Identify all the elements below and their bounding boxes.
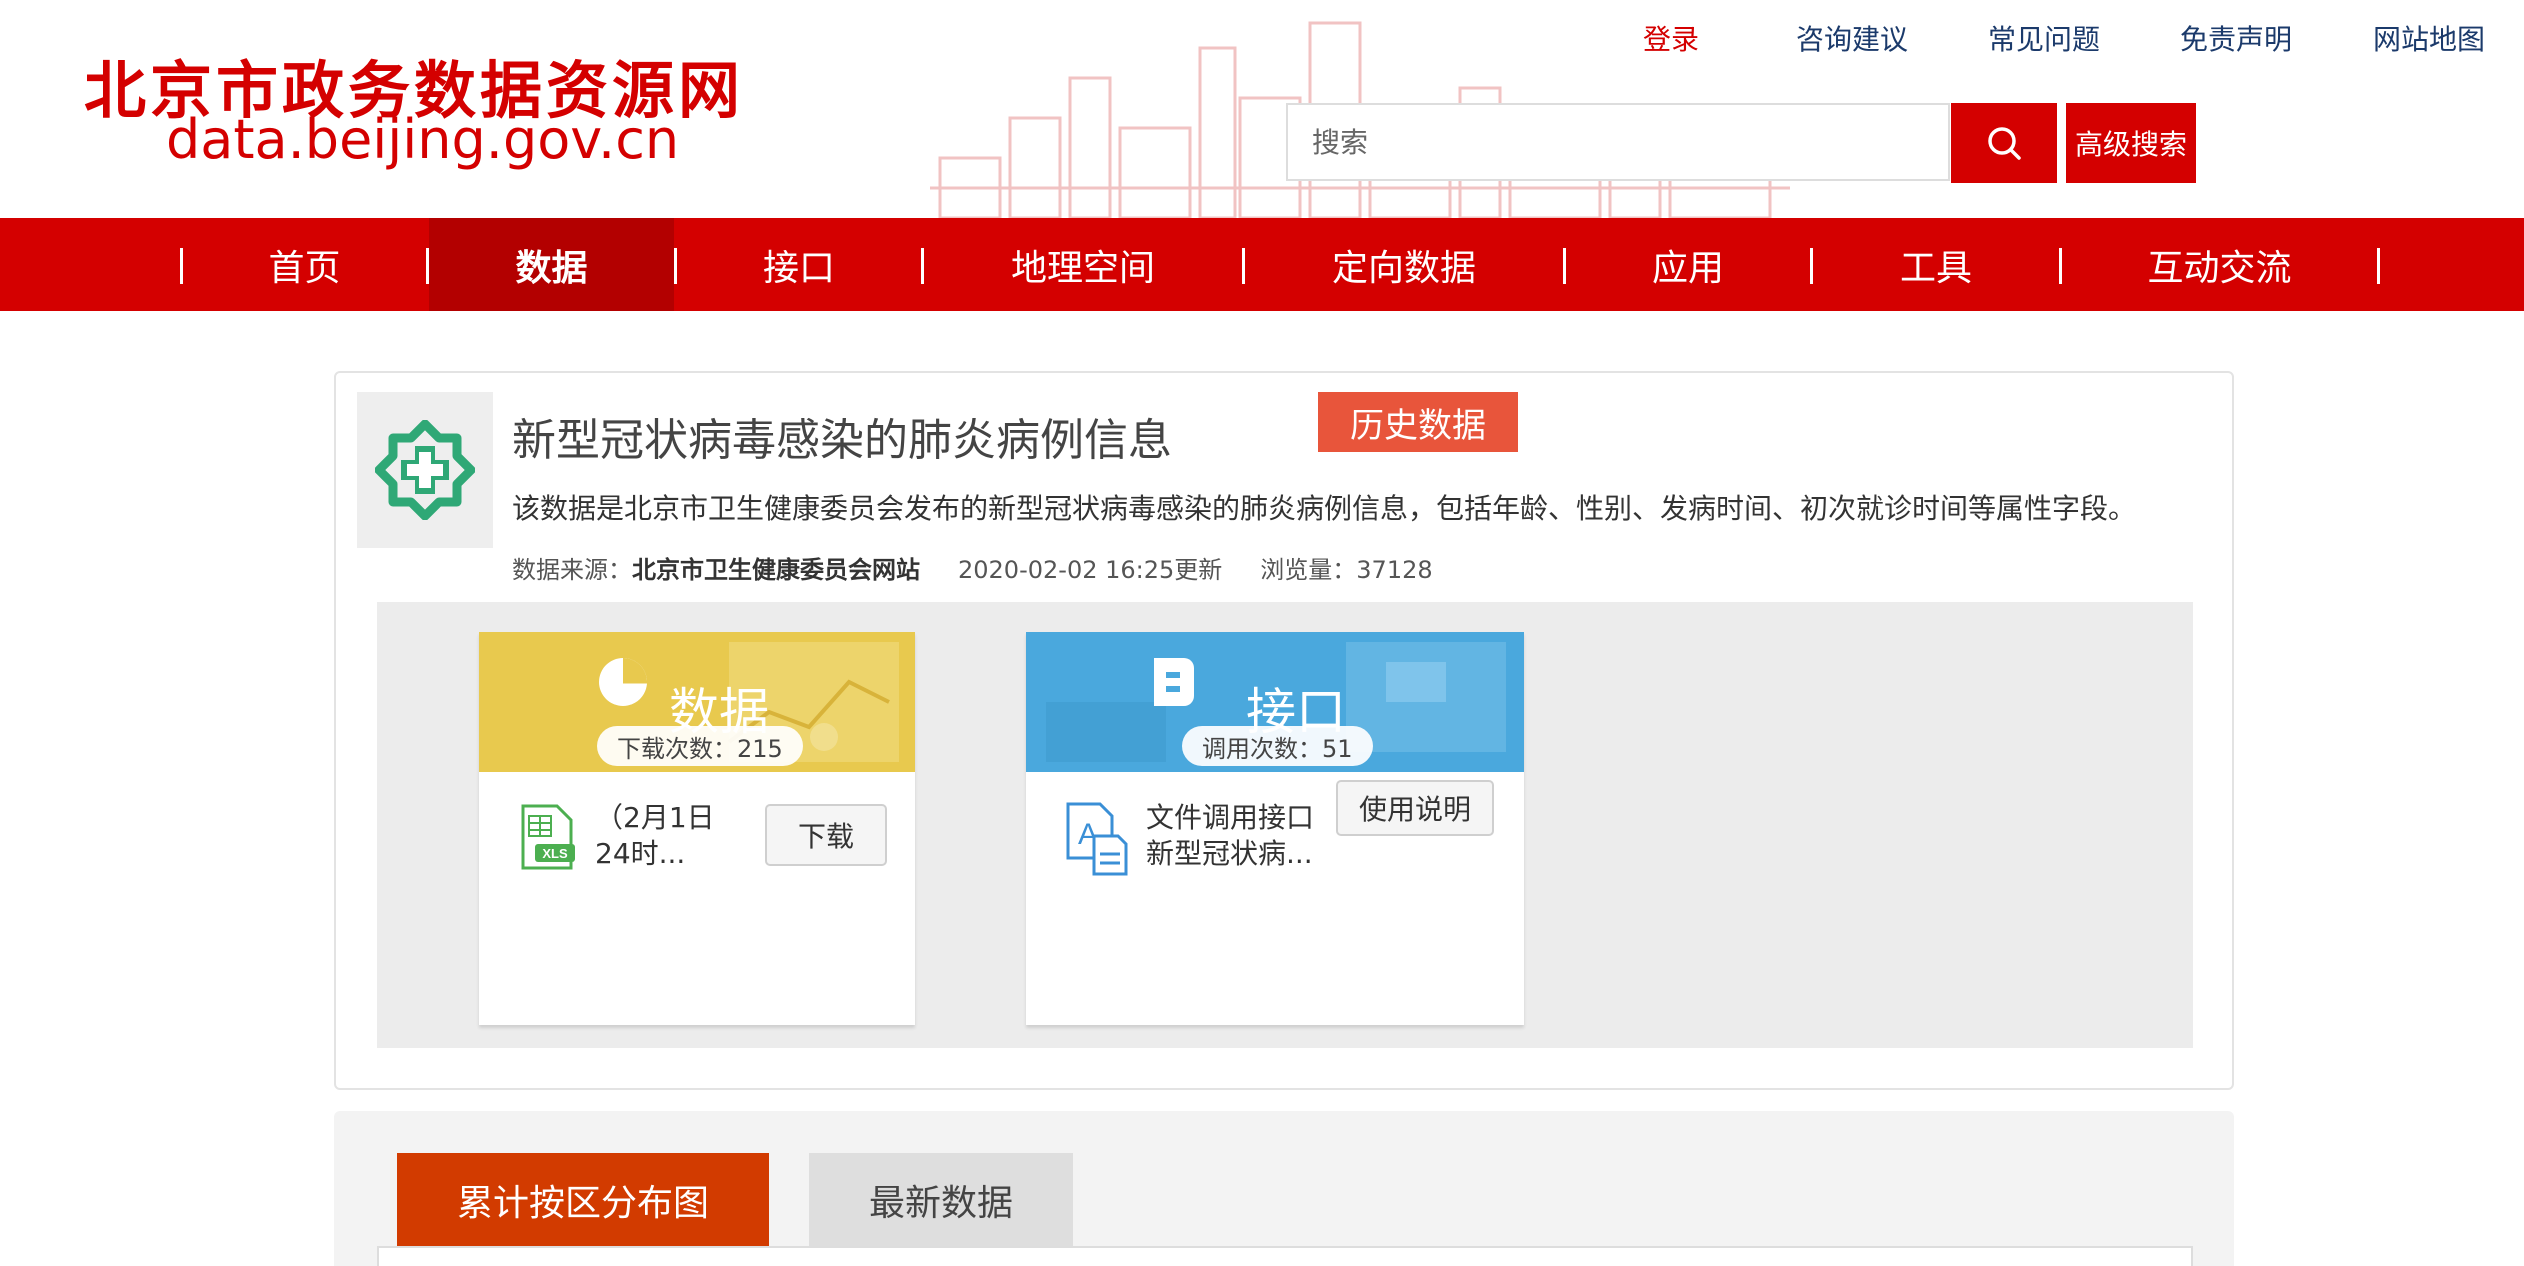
health-commission-logo-icon <box>375 420 475 520</box>
svg-text:XLS: XLS <box>542 846 568 861</box>
search-input[interactable] <box>1288 105 1956 179</box>
tab-district-distribution[interactable]: 累计按区分布图 <box>397 1153 769 1246</box>
data-file-name-line1[interactable]: （2月1日 <box>595 800 715 836</box>
download-button[interactable]: 下载 <box>765 804 887 866</box>
api-file-name-line1[interactable]: 文件调用接口 <box>1146 800 1314 836</box>
nav-item-geo[interactable]: 地理空间 <box>924 218 1242 311</box>
api-plug-icon <box>1154 658 1194 706</box>
view-count: 浏览量：37128 <box>1260 556 1433 584</box>
nav-item-data[interactable]: 数据 <box>429 218 674 311</box>
history-data-button[interactable]: 历史数据 <box>1318 392 1518 452</box>
disclaimer-link[interactable]: 免责声明 <box>2180 18 2292 58</box>
search-icon <box>1988 127 2021 160</box>
tab-content-area <box>377 1246 2193 1266</box>
pie-chart-icon <box>599 658 647 706</box>
nav-divider <box>2377 248 2380 284</box>
site-header: 北京市政务数据资源网 data.beijing.gov.cn 登录 咨询建议 常… <box>0 0 2524 218</box>
api-resource-card: 接口 调用次数：51 A 文件调用接口 新型冠状病... 使用说明 <box>1026 632 1524 1025</box>
main-nav: 首页 数据 接口 地理空间 定向数据 应用 工具 互动交流 <box>0 218 2524 311</box>
download-count-badge: 下载次数：215 <box>597 726 803 766</box>
advanced-search-button[interactable]: 高级搜索 <box>2066 103 2196 183</box>
api-card-header: 接口 调用次数：51 <box>1026 632 1524 772</box>
site-logo-domain[interactable]: data.beijing.gov.cn <box>166 108 679 171</box>
nav-item-api[interactable]: 接口 <box>677 218 921 311</box>
search-box <box>1286 103 1956 181</box>
api-doc-icon: A <box>1066 802 1128 876</box>
dataset-meta: 数据来源：北京市卫生健康委员会网站 2020-02-02 16:25更新 浏览量：3… <box>512 550 1433 585</box>
search-button[interactable] <box>1951 103 2057 183</box>
updated-time: 2020-02-02 16:25更新 <box>958 556 1223 584</box>
consult-link[interactable]: 咨询建议 <box>1796 18 1908 58</box>
tab-latest-data[interactable]: 最新数据 <box>809 1153 1073 1246</box>
source-value: 北京市卫生健康委员会网站 <box>632 556 920 584</box>
dataset-description: 该数据是北京市卫生健康委员会发布的新型冠状病毒感染的肺炎病例信息，包括年龄、性别… <box>512 492 2137 525</box>
data-file-name-line2[interactable]: 24时... <box>595 836 685 872</box>
xls-file-icon: XLS <box>521 804 575 870</box>
nav-item-tools[interactable]: 工具 <box>1813 218 2059 311</box>
usage-guide-button[interactable]: 使用说明 <box>1336 780 1494 836</box>
sitemap-link[interactable]: 网站地图 <box>2373 18 2485 58</box>
call-count-badge: 调用次数：51 <box>1182 726 1373 766</box>
nav-item-directed-data[interactable]: 定向数据 <box>1245 218 1563 311</box>
nav-item-home[interactable]: 首页 <box>183 218 426 311</box>
faq-link[interactable]: 常见问题 <box>1988 18 2100 58</box>
api-file-name-line2[interactable]: 新型冠状病... <box>1146 836 1313 872</box>
nav-item-interaction[interactable]: 互动交流 <box>2062 218 2377 311</box>
dataset-icon-box <box>357 392 493 548</box>
data-resource-card: 数据 下载次数：215 XLS （2月1日 24时... 下载 <box>479 632 915 1025</box>
data-card-header: 数据 下载次数：215 <box>479 632 915 772</box>
source-label: 数据来源： <box>512 556 632 584</box>
dataset-title: 新型冠状病毒感染的肺炎病例信息 <box>512 415 1172 466</box>
nav-item-apps[interactable]: 应用 <box>1566 218 1810 311</box>
login-link[interactable]: 登录 <box>1643 18 1699 58</box>
